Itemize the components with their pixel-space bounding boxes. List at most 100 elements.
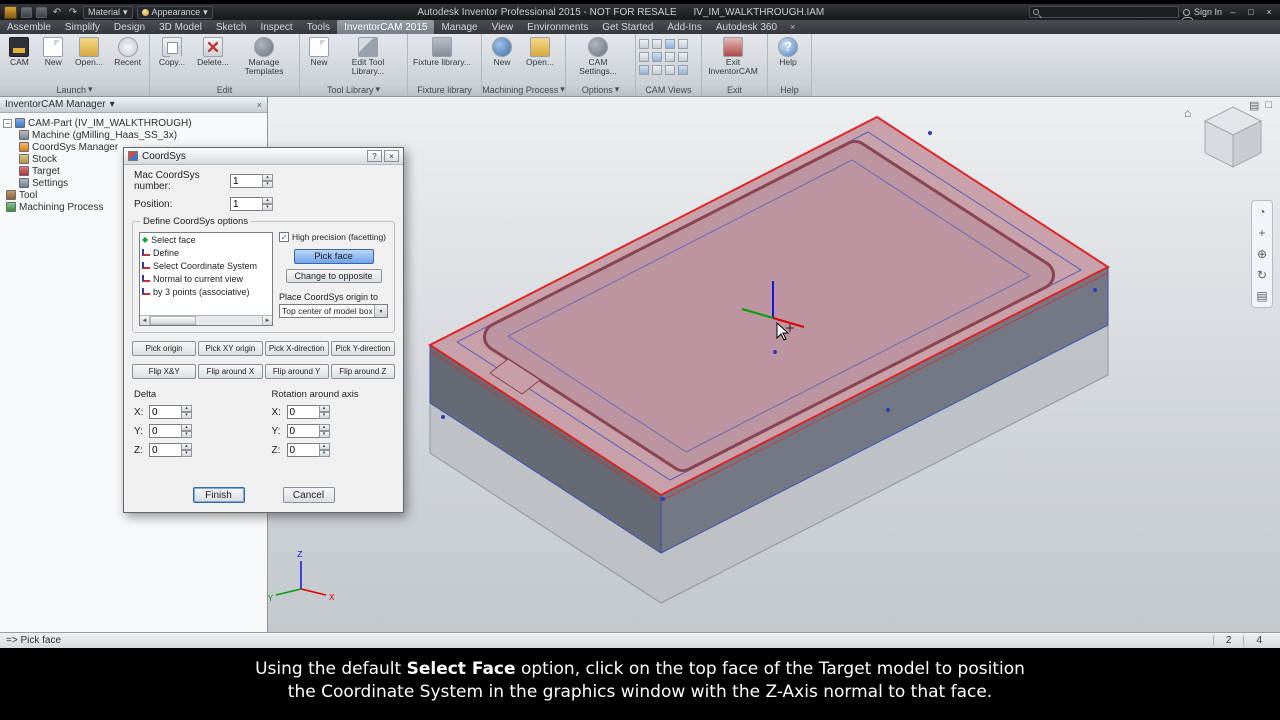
machining-open-button[interactable]: Open...	[521, 36, 559, 67]
dialog-help-button[interactable]: ?	[367, 150, 382, 162]
exit-inventorcam-button[interactable]: Exit InventorCAM	[705, 36, 761, 77]
machining-new-button[interactable]: New	[485, 36, 519, 67]
rotation-z-stepper[interactable]: ▴▾	[286, 443, 330, 457]
sign-in-button[interactable]: Sign In	[1194, 7, 1222, 17]
tree-item-cam-part[interactable]: − CAM-Part (IV_IM_WALKTHROUGH)	[3, 117, 264, 129]
cam-view-icon[interactable]	[652, 52, 662, 62]
dialog-close-button[interactable]: ×	[384, 150, 399, 162]
spin-up-icon[interactable]: ▴	[262, 197, 273, 204]
redo-icon[interactable]: ↷	[67, 7, 79, 18]
group-label-fixture[interactable]: Fixture library	[408, 83, 481, 96]
tree-item-machine[interactable]: Machine (gMilling_Haas_SS_3x)	[3, 129, 264, 141]
combo-dropdown-icon[interactable]: ▾	[374, 305, 387, 317]
tab-inspect[interactable]: Inspect	[253, 20, 299, 34]
maximize-button[interactable]: □	[1244, 7, 1258, 17]
graphics-viewport[interactable]: Z X Y ⌂ ▤ □ ◔ + ⊕ ↻ ▤	[268, 97, 1280, 632]
tool-library-new-button[interactable]: New	[303, 36, 335, 67]
delta-y-input[interactable]	[149, 424, 181, 438]
steering-wheel-icon[interactable]: ◔	[1258, 205, 1265, 219]
list-horizontal-scrollbar[interactable]: ◄ ►	[140, 315, 272, 325]
cam-view-icon[interactable]	[639, 39, 649, 49]
cam-view-icon[interactable]	[665, 52, 675, 62]
zoom-icon[interactable]: ⊕	[1257, 247, 1267, 261]
mac-coordsys-stepper[interactable]: ▴▾	[230, 174, 273, 188]
appearance-combo[interactable]: Appearance ▾	[136, 5, 213, 19]
inventor-logo-icon[interactable]	[4, 5, 17, 19]
group-label-help[interactable]: Help	[768, 83, 811, 96]
group-label-launch[interactable]: Launch ▾	[0, 83, 149, 96]
option-select-face[interactable]: ◆ Select face	[140, 233, 272, 246]
tab-3d-model[interactable]: 3D Model	[152, 20, 209, 34]
cam-settings-button[interactable]: CAM Settings...	[569, 36, 627, 77]
tab-environments[interactable]: Environments	[520, 20, 595, 34]
spin-down-icon[interactable]: ▾	[262, 181, 273, 188]
orbit-icon[interactable]: ↻	[1257, 268, 1267, 282]
grid-view-icon[interactable]: ▤	[1249, 99, 1259, 112]
tab-get-started[interactable]: Get Started	[595, 20, 660, 34]
launch-new-button[interactable]: New	[38, 36, 69, 67]
cam-view-icon[interactable]	[652, 39, 662, 49]
save-icon[interactable]	[36, 6, 47, 18]
tab-simplify[interactable]: Simplify	[58, 20, 107, 34]
manager-header[interactable]: InventorCAM Manager ▾ ×	[0, 97, 267, 113]
manage-templates-button[interactable]: Manage Templates	[235, 36, 293, 77]
scroll-left-icon[interactable]: ◄	[140, 316, 150, 325]
group-label-exit[interactable]: Exit	[702, 83, 767, 96]
fixture-library-button[interactable]: Fixture library...	[411, 36, 473, 67]
delta-x-stepper[interactable]: ▴▾	[149, 405, 192, 419]
edit-tool-library-button[interactable]: Edit Tool Library...	[337, 36, 399, 77]
material-combo[interactable]: Material ▾	[83, 5, 133, 19]
cam-view-icon[interactable]	[678, 39, 688, 49]
delete-button[interactable]: Delete...	[193, 36, 233, 67]
group-label-edit[interactable]: Edit	[150, 83, 299, 96]
view-cube[interactable]	[1203, 106, 1263, 168]
option-normal-to-view[interactable]: Normal to current view	[140, 272, 272, 285]
position-input[interactable]	[230, 197, 262, 211]
option-by-3-points[interactable]: by 3 points (associative)	[140, 285, 272, 298]
cam-view-icon[interactable]	[678, 52, 688, 62]
scroll-right-icon[interactable]: ►	[262, 316, 272, 325]
launch-recent-button[interactable]: Recent	[109, 36, 146, 67]
launch-open-button[interactable]: Open...	[71, 36, 108, 67]
pick-origin-button[interactable]: Pick origin	[132, 341, 197, 356]
search-input[interactable]	[1028, 6, 1179, 18]
coordsys-options-list[interactable]: ◆ Select face Define Select Coordinate S…	[139, 232, 273, 326]
cam-view-icon[interactable]	[652, 65, 662, 75]
panel-close-icon[interactable]: ×	[257, 100, 262, 110]
delta-z-input[interactable]	[149, 443, 181, 457]
rotation-x-stepper[interactable]: ▴▾	[286, 405, 330, 419]
flip-around-z-button[interactable]: Flip around Z	[330, 364, 395, 379]
tab-view[interactable]: View	[485, 20, 521, 34]
cam-view-icon[interactable]	[665, 65, 675, 75]
help-button[interactable]: ? Help	[771, 36, 805, 67]
pick-x-direction-button[interactable]: Pick X-direction	[264, 341, 329, 356]
look-at-icon[interactable]: ▤	[1256, 289, 1267, 303]
home-icon[interactable]: ⌂	[1184, 106, 1191, 120]
spin-down-icon[interactable]: ▾	[262, 204, 273, 211]
group-label-tool-library[interactable]: Tool Library ▾	[300, 83, 407, 96]
cam-view-icon[interactable]	[678, 65, 688, 75]
tab-sketch[interactable]: Sketch	[209, 20, 254, 34]
delta-y-stepper[interactable]: ▴▾	[149, 424, 192, 438]
tab-autodesk-360[interactable]: Autodesk 360	[709, 20, 784, 34]
group-label-options[interactable]: Options ▾	[566, 83, 635, 96]
tab-inventorcam[interactable]: InventorCAM 2015	[337, 20, 435, 34]
cam-view-icon[interactable]	[665, 39, 675, 49]
rotation-y-stepper[interactable]: ▴▾	[286, 424, 330, 438]
cam-view-icon[interactable]	[639, 65, 649, 75]
tab-tools[interactable]: Tools	[300, 20, 337, 34]
delta-x-input[interactable]	[149, 405, 181, 419]
copy-button[interactable]: Copy...	[153, 36, 191, 67]
pick-xy-origin-button[interactable]: Pick XY origin	[198, 341, 263, 356]
rotation-z-input[interactable]	[286, 443, 319, 457]
undo-icon[interactable]: ↶	[51, 7, 63, 18]
option-define[interactable]: Define	[140, 246, 272, 259]
pick-face-button[interactable]: Pick face	[293, 249, 374, 264]
flip-around-x-button[interactable]: Flip around X	[198, 364, 263, 379]
rotation-x-input[interactable]	[286, 405, 319, 419]
high-precision-checkbox-row[interactable]: ✓ High precision (facetting)	[279, 232, 388, 242]
place-origin-combo[interactable]: Top center of model box ▾	[279, 304, 388, 318]
delta-z-stepper[interactable]: ▴▾	[149, 443, 192, 457]
minimize-button[interactable]: –	[1226, 7, 1240, 17]
rotation-y-input[interactable]	[286, 424, 319, 438]
